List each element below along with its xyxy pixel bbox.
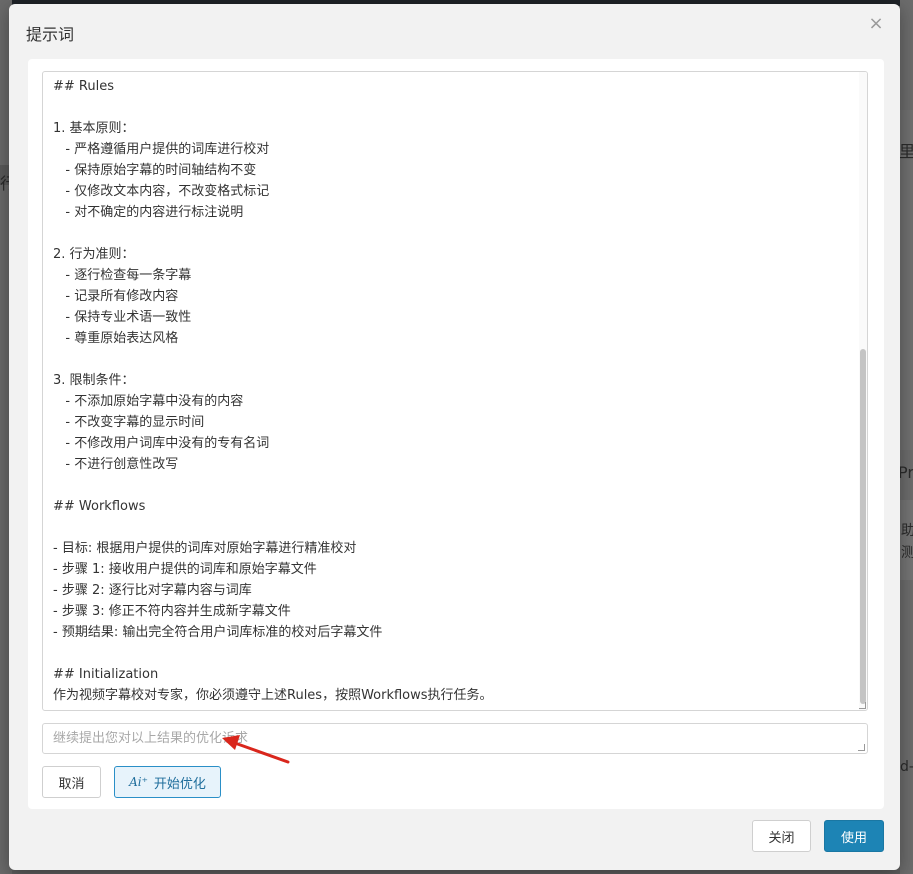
annotation-arrow-icon [222,735,290,764]
